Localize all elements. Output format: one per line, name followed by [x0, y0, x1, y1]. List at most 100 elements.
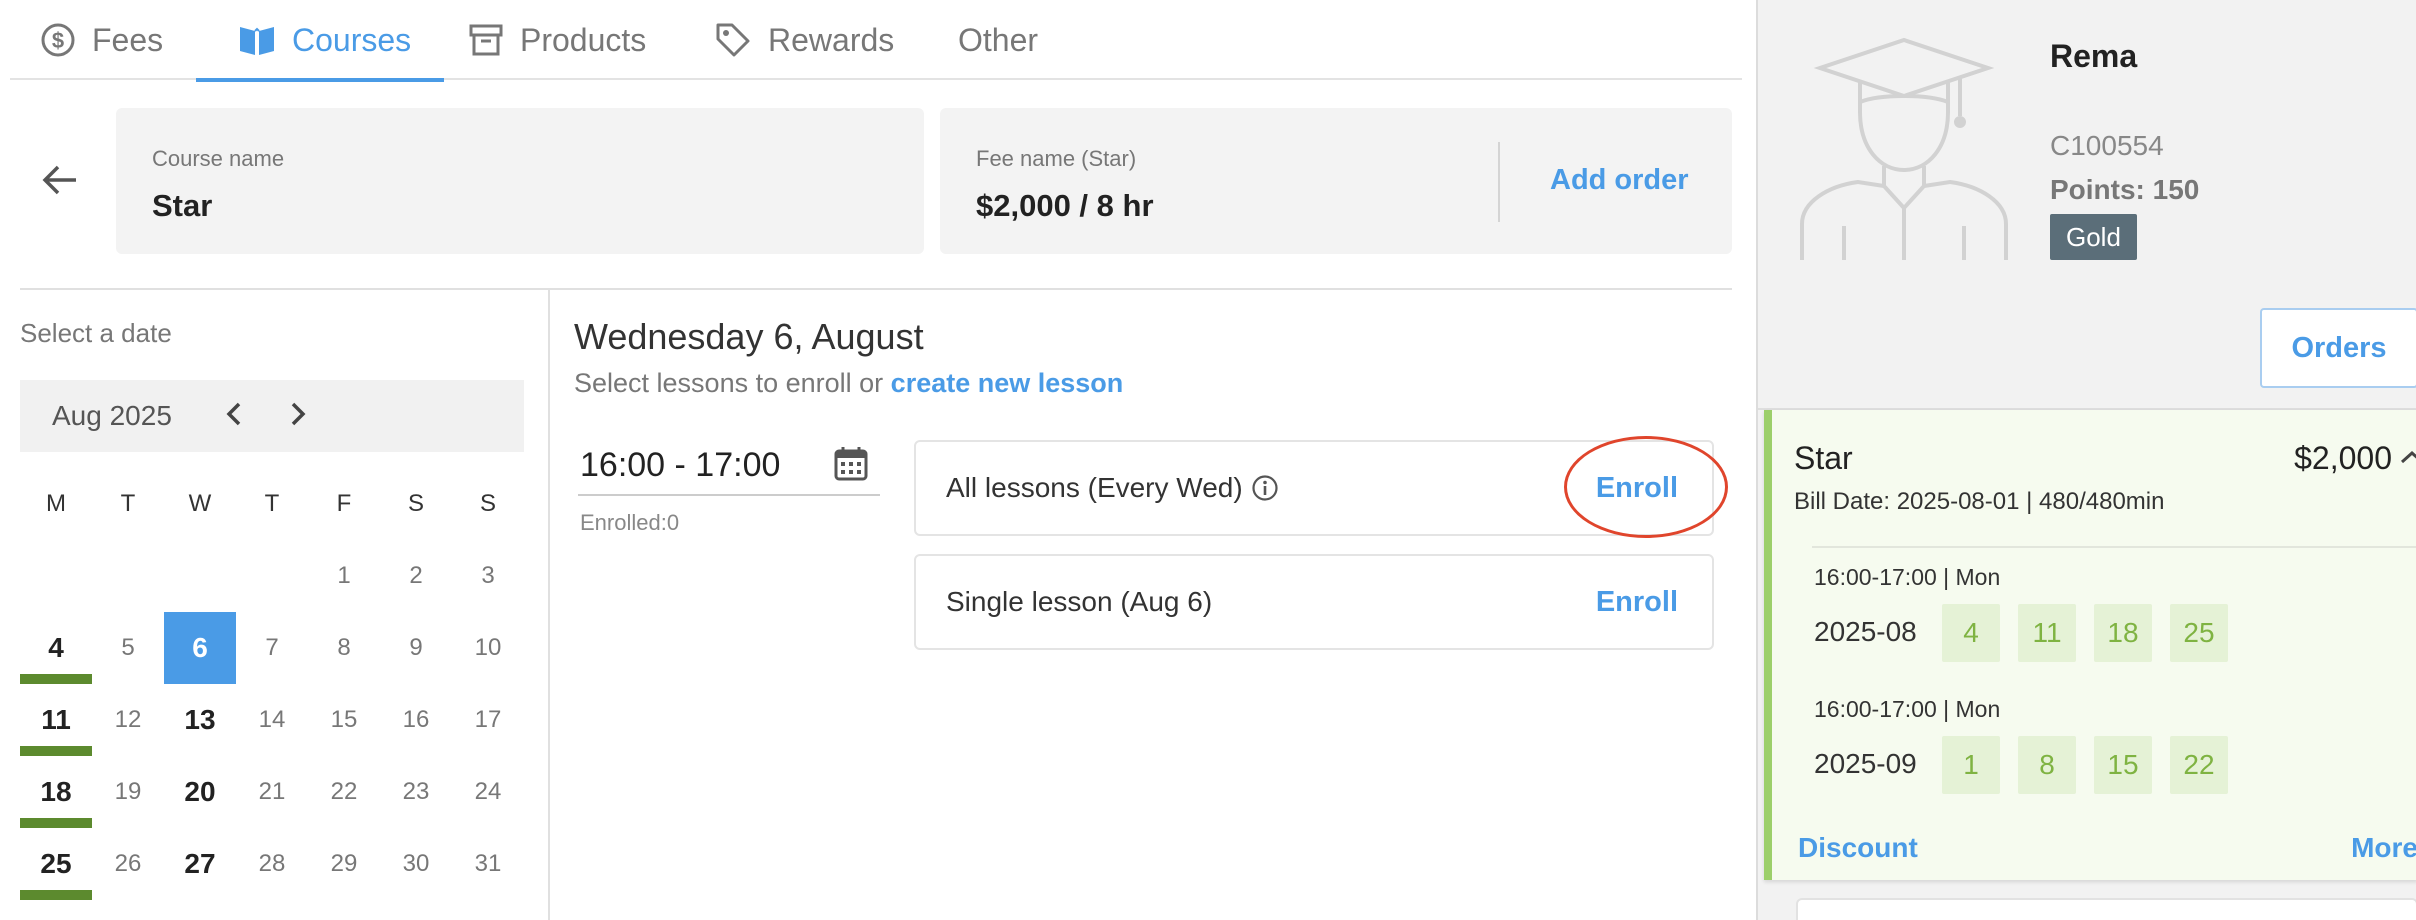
course-name-value: Star [152, 188, 213, 223]
tab-courses[interactable]: Courses [196, 0, 444, 82]
tab-label: Other [958, 21, 1039, 58]
calendar-day[interactable]: 9 [380, 612, 452, 684]
calendar-day[interactable]: 16 [380, 684, 452, 756]
weekday-label: M [46, 490, 66, 517]
calendar-day[interactable]: 17 [452, 684, 524, 756]
lesson-day-chip: 11 [2018, 604, 2076, 662]
calendar-day[interactable]: 29 [308, 828, 380, 900]
lesson-day-chip: 4 [1942, 604, 2000, 662]
calendar-day[interactable]: 15 [308, 684, 380, 756]
create-new-lesson-link[interactable]: create new lesson [891, 368, 1124, 398]
tab-label: Fees [92, 21, 164, 58]
lesson-name: All lessons (Every Wed) [946, 472, 1243, 503]
time-slot-field[interactable]: 16:00 - 17:00 [578, 442, 880, 496]
tag-icon [714, 21, 752, 59]
calendar-day[interactable]: 27 [164, 828, 236, 900]
calendar-day[interactable]: 4 [20, 612, 92, 684]
dollar-circle-icon: $ [40, 22, 76, 58]
weekday-label: W [188, 490, 212, 517]
lesson-day-chip: 18 [2094, 604, 2152, 662]
back-button[interactable] [36, 158, 84, 206]
calendar-day[interactable]: 5 [92, 612, 164, 684]
bill-date: Bill Date: 2025-08-01 | 480/480min [1794, 488, 2165, 515]
day-number: 25 [40, 848, 72, 879]
schedule-time: 16:00-17:00 | Mon [1814, 696, 2001, 722]
calendar-day[interactable]: 31 [452, 828, 524, 900]
student-points: Points: 150 [2050, 174, 2200, 205]
calendar-day[interactable]: 24 [452, 756, 524, 828]
calendar-day[interactable]: 18 [20, 756, 92, 828]
calendar-day[interactable]: 14 [236, 684, 308, 756]
calendar-day[interactable]: 12 [92, 684, 164, 756]
calendar-day[interactable]: 1 [308, 540, 380, 612]
schedule-month: 2025-08 [1814, 616, 1917, 647]
lesson-day-chip: 1 [1942, 736, 2000, 794]
arrow-left-icon [40, 160, 80, 205]
enroll-button[interactable]: Enroll [1596, 586, 1678, 619]
calendar-day[interactable]: 10 [452, 612, 524, 684]
lesson-indicator [20, 890, 92, 900]
calendar-day[interactable]: 28 [236, 828, 308, 900]
tab-other[interactable]: Other [958, 0, 1038, 80]
calendar-day[interactable]: 7 [236, 612, 308, 684]
lesson-name: Single lesson (Aug 6) [946, 586, 1213, 617]
lesson-day-chip: 22 [2170, 736, 2228, 794]
avatar [1798, 36, 2010, 265]
calendar-day[interactable]: 19 [92, 756, 164, 828]
calendar-day[interactable]: 2 [380, 540, 452, 612]
tab-products[interactable]: Products [468, 0, 646, 80]
calendar-day[interactable]: 20 [164, 756, 236, 828]
student-name: Rema [2050, 38, 2138, 74]
tab-label: Courses [292, 21, 412, 58]
next-month-button[interactable] [280, 398, 316, 434]
course-name-card: Course name Star [116, 108, 924, 254]
lesson-day-chip: 8 [2018, 736, 2076, 794]
day-number: 11 [41, 704, 71, 735]
archive-box-icon [468, 22, 504, 58]
schedule-month: 2025-09 [1814, 748, 1917, 779]
tab-label: Products [520, 21, 647, 58]
lessons-subtitle: Select lessons to enroll or create new l… [574, 368, 1123, 399]
weekday-label: S [407, 490, 424, 517]
weekday-label: T [264, 490, 280, 517]
lesson-day-chip: 25 [2170, 604, 2228, 662]
more-link[interactable]: More [2351, 832, 2416, 864]
calendar-day[interactable]: 23 [380, 756, 452, 828]
divider [1812, 546, 2416, 548]
calendar-day[interactable]: 11 [20, 684, 92, 756]
calendar-day[interactable]: 3 [452, 540, 524, 612]
weekday-label: T [120, 490, 136, 517]
calendar-day[interactable]: 13 [164, 684, 236, 756]
discount-link[interactable]: Discount [1798, 832, 1918, 864]
calendar-icon[interactable] [834, 446, 868, 487]
lesson-option-single: Single lesson (Aug 6) Enroll [914, 554, 1714, 650]
order-price: $2,000 [2294, 440, 2392, 476]
next-order-card[interactable] [1796, 898, 2416, 920]
calendar-day[interactable]: 21 [236, 756, 308, 828]
calendar-day[interactable]: 25 [20, 828, 92, 900]
subtitle-text: Select lessons to enroll or [574, 368, 884, 398]
lesson-indicator [20, 746, 92, 756]
month-bar: Aug 2025 [20, 380, 524, 452]
fee-name-label: Fee name (Star) [976, 146, 1137, 171]
add-order-button[interactable]: Add order [1550, 164, 1689, 197]
calendar-day[interactable]: 26 [92, 828, 164, 900]
tier-badge: Gold [2050, 214, 2137, 260]
orders-button[interactable]: Orders [2260, 308, 2416, 388]
tab-fees[interactable]: $ Fees [40, 0, 163, 80]
order-card[interactable]: Star $2,000 Bill Date: 2025-08-01 | 480/… [1764, 410, 2416, 880]
divider [548, 290, 550, 920]
calendar-day[interactable]: 30 [380, 828, 452, 900]
prev-month-button[interactable] [216, 398, 252, 434]
calendar-day[interactable]: 8 [308, 612, 380, 684]
chevron-up-icon[interactable] [2400, 450, 2416, 469]
weekday-label: S [479, 490, 496, 517]
calendar-day[interactable]: 22 [308, 756, 380, 828]
tab-rewards[interactable]: Rewards [714, 0, 894, 80]
calendar-day-selected[interactable]: 6 [164, 612, 236, 684]
student-panel: Rema C100554 Points: 150 Gold Orders Sta… [1756, 0, 2416, 920]
tab-bar: $ Fees Courses Products Rewards Other [10, 0, 1742, 82]
chevron-right-icon [288, 401, 308, 432]
fee-name-value: $2,000 / 8 hr [976, 188, 1154, 223]
info-icon[interactable] [1251, 474, 1279, 502]
